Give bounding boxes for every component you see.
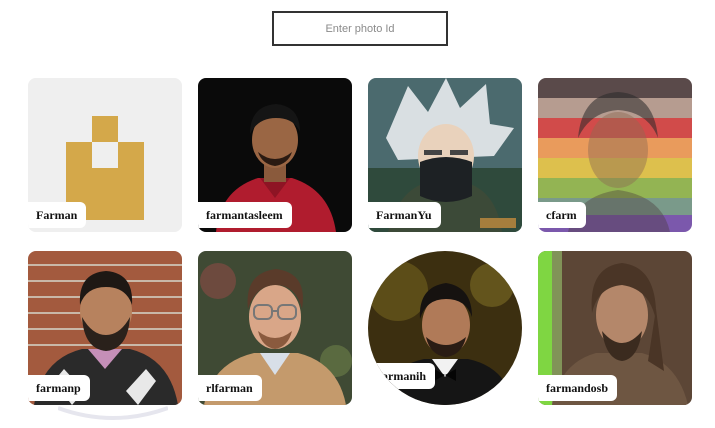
username-label: farmandosb (538, 375, 618, 401)
photo-id-input[interactable] (272, 11, 448, 46)
username-label: farmanih (370, 363, 435, 389)
photo-card-farmanp[interactable]: farmanp (28, 251, 182, 405)
photo-card-cfarm[interactable]: cfarm (538, 78, 692, 232)
username-label: rlfarman (198, 375, 262, 401)
photo-card-farmandosb[interactable]: farmandosb (538, 251, 692, 405)
photo-card-farmantasleem[interactable]: farmantasleem (198, 78, 352, 232)
photo-card-farmanih[interactable]: farmanih (368, 251, 522, 405)
username-label: Farman (28, 202, 87, 228)
username-label: FarmanYu (368, 202, 441, 228)
photo-id-search (272, 11, 448, 46)
photo-grid: Farman farmantasleem FarmanYu cfarm farm… (28, 78, 694, 405)
username-label: farmanp (28, 375, 90, 401)
photo-card-rlfarman[interactable]: rlfarman (198, 251, 352, 405)
username-label: farmantasleem (198, 202, 292, 228)
photo-card-farmanyu[interactable]: FarmanYu (368, 78, 522, 232)
decorative-swoosh (58, 406, 168, 420)
username-label: cfarm (538, 202, 586, 228)
photo-card-farman[interactable]: Farman (28, 78, 182, 232)
